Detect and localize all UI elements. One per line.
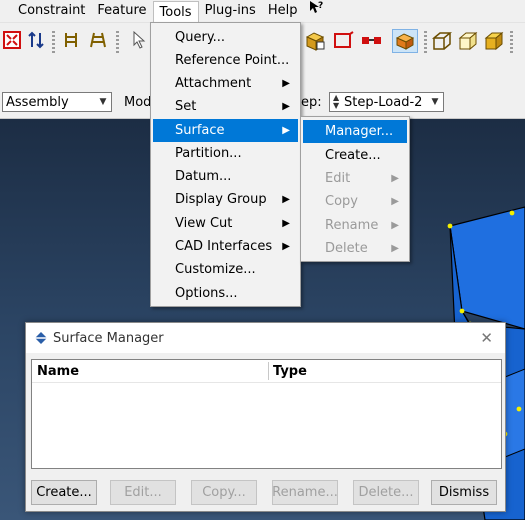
create-button[interactable]: Create... [31, 480, 97, 505]
toolbar-separator [424, 31, 427, 53]
select-arrow-icon[interactable] [132, 31, 148, 49]
submenu-item-label: Create... [325, 148, 381, 163]
submenu-arrow-icon: ▶ [391, 220, 399, 231]
submenu-arrow-icon: ▶ [391, 173, 399, 184]
submenu-arrow-icon: ▶ [282, 125, 290, 136]
menu-item-label: Query... [175, 30, 226, 45]
chevron-down-icon: ▼ [99, 97, 107, 107]
menu-feature[interactable]: Feature [91, 0, 152, 22]
submenu-arrow-icon: ▶ [282, 194, 290, 205]
submenu-item-label: Edit [325, 171, 351, 186]
menu-item-label: Partition... [175, 146, 242, 161]
menu-bar: Constraint Feature Tools Plug-ins Help ? [0, 0, 525, 23]
submenu-item-delete: Delete ▶ [303, 237, 407, 260]
menu-item-label: Set [175, 99, 197, 114]
menu-item-set[interactable]: Set ▶ [153, 95, 298, 118]
menu-item-partition[interactable]: Partition... [153, 142, 298, 165]
module-combo[interactable]: Assembly ▼ [2, 92, 112, 112]
menu-item-view-cut[interactable]: View Cut ▶ [153, 212, 298, 235]
menu-item-reference-point[interactable]: Reference Point... [153, 49, 298, 72]
svg-text:?: ? [318, 1, 323, 11]
surface-submenu: Manager... Create... Edit ▶ Copy ▶ Rename ▶… [300, 116, 410, 262]
step-spinner-icon[interactable]: ▲ ▼ [333, 94, 339, 110]
box-zoom-icon[interactable] [333, 31, 355, 51]
submenu-item-label: Delete [325, 241, 368, 256]
list-header: Name Type [32, 360, 501, 383]
menu-item-surface[interactable]: Surface ▶ [153, 119, 298, 142]
shaded-icon[interactable] [484, 31, 504, 51]
dialog-title: Surface Manager [53, 330, 164, 346]
menu-item-customize[interactable]: Customize... [153, 258, 298, 281]
module-combo-value: Assembly [6, 94, 69, 110]
menu-item-attachment[interactable]: Attachment ▶ [153, 72, 298, 95]
submenu-item-label: Copy [325, 194, 358, 209]
submenu-arrow-icon: ▶ [282, 218, 290, 229]
menu-constraint[interactable]: Constraint [12, 0, 91, 22]
submenu-item-edit: Edit ▶ [303, 167, 407, 190]
menu-tools[interactable]: Tools [152, 0, 199, 23]
menu-item-cad-interfaces[interactable]: CAD Interfaces ▶ [153, 235, 298, 258]
menu-item-label: Surface [175, 123, 225, 138]
surface-manager-dialog: Surface Manager ✕ Name Type Create... Ed… [25, 322, 506, 512]
menu-help[interactable]: Help [262, 0, 304, 22]
toolbar-separator [116, 31, 119, 53]
submenu-arrow-icon: ▶ [282, 101, 290, 112]
auto-fit-icon[interactable] [3, 31, 21, 49]
step-combo[interactable]: ▲ ▼ Step-Load-2 ▼ [329, 92, 444, 112]
model-label: Mod [124, 95, 152, 110]
menu-item-label: View Cut [175, 216, 233, 231]
tools-menu: Query... Reference Point... Attachment ▶ … [150, 22, 301, 307]
menu-item-label: Attachment [175, 76, 252, 91]
render-style-icon[interactable] [392, 29, 418, 53]
cube-edit-icon[interactable] [304, 31, 326, 51]
dismiss-button[interactable]: Dismiss [431, 480, 497, 505]
menu-item-label: CAD Interfaces [175, 239, 273, 254]
submenu-item-create[interactable]: Create... [303, 144, 407, 167]
delete-button: Delete... [353, 480, 419, 505]
submenu-item-rename: Rename ▶ [303, 214, 407, 237]
menu-item-query[interactable]: Query... [153, 26, 298, 49]
close-icon[interactable]: ✕ [480, 329, 493, 347]
menu-plugins[interactable]: Plug-ins [199, 0, 262, 22]
menu-item-label: Display Group [175, 192, 267, 207]
sort-arrows-icon[interactable] [27, 31, 45, 49]
submenu-item-label: Manager... [325, 124, 394, 139]
whats-this-icon[interactable]: ? [303, 0, 329, 22]
menu-item-label: Customize... [175, 262, 256, 277]
mesh-seed-icon[interactable] [62, 31, 80, 49]
submenu-arrow-icon: ▶ [282, 241, 290, 252]
copy-button: Copy... [191, 480, 257, 505]
menu-spacer [0, 0, 4, 22]
rename-button: Rename... [272, 480, 338, 505]
column-header-type[interactable]: Type [273, 364, 307, 379]
wireframe-icon[interactable] [432, 31, 452, 51]
dialog-title-bar[interactable]: Surface Manager ✕ [26, 323, 505, 353]
submenu-arrow-icon: ▶ [391, 196, 399, 207]
step-combo-value: Step-Load-2 [344, 94, 423, 110]
app-icon [34, 331, 48, 345]
submenu-item-label: Rename [325, 218, 379, 233]
chevron-down-icon: ▼ [431, 97, 439, 107]
hidden-line-icon[interactable] [458, 31, 478, 51]
toolbar-separator [52, 31, 55, 53]
link-nodes-icon[interactable] [360, 31, 384, 51]
toolbar-separator [510, 31, 513, 53]
surface-list[interactable]: Name Type [31, 359, 502, 469]
submenu-arrow-icon: ▶ [391, 243, 399, 254]
column-divider [268, 362, 269, 380]
edit-button: Edit... [110, 480, 176, 505]
menu-item-datum[interactable]: Datum... [153, 165, 298, 188]
menu-item-label: Reference Point... [175, 53, 290, 68]
menu-item-label: Options... [175, 286, 238, 301]
menu-item-display-group[interactable]: Display Group ▶ [153, 188, 298, 211]
submenu-item-copy: Copy ▶ [303, 190, 407, 213]
bridge-icon[interactable] [88, 31, 108, 49]
column-header-name[interactable]: Name [37, 364, 79, 379]
menu-item-options[interactable]: Options... [153, 282, 298, 305]
menu-item-label: Datum... [175, 169, 232, 184]
step-label: ep: [301, 95, 322, 110]
submenu-item-manager[interactable]: Manager... [303, 120, 407, 143]
submenu-arrow-icon: ▶ [282, 78, 290, 89]
